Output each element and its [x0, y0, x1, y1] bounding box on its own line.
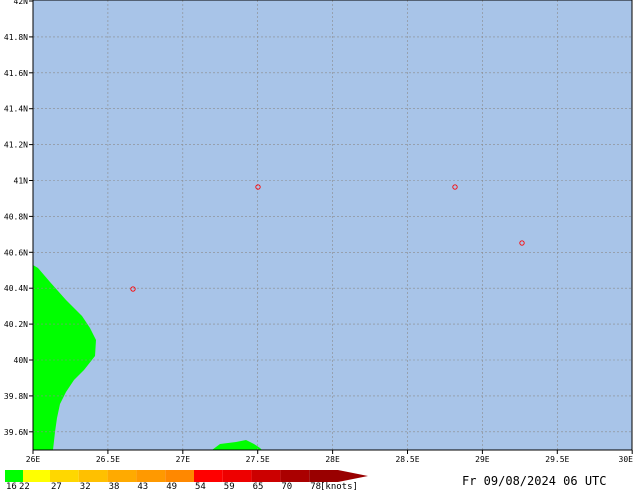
scale-swatch [50, 470, 79, 482]
scale-unit: [knots] [320, 482, 358, 490]
lat-label: 40.2N [4, 320, 28, 329]
scale-swatch [5, 470, 23, 482]
scale-swatch [107, 470, 137, 482]
scale-label: 22 [19, 482, 30, 490]
lat-label: 42N [14, 0, 29, 6]
valid-time: Fr 09/08/2024 06 UTC [462, 474, 607, 488]
lat-label: 40.8N [4, 212, 28, 221]
longitude-labels: 26E 26.5E 27E 27.5E 28E 28.5E 29E 29.5E 30E [26, 450, 633, 464]
scale-label: 27 [51, 482, 62, 490]
scale-swatch [78, 470, 108, 482]
scale-label: 16 [6, 482, 17, 490]
lat-label: 41N [14, 177, 29, 186]
scale-swatch [222, 470, 252, 482]
scale-label: 43 [137, 482, 148, 490]
lat-label: 40N [14, 356, 29, 365]
scale-swatch [280, 470, 310, 482]
scale-swatch [251, 470, 281, 482]
scale-label: 38 [109, 482, 120, 490]
latitude-labels: 42N 41.8N 41.6N 41.4N 41.2N 41N 40.8N 40.6N 40.4… [4, 0, 33, 437]
lat-label: 41.8N [4, 33, 28, 42]
lat-label: 39.6N [4, 428, 28, 437]
lon-label: 30E [619, 455, 634, 464]
scale-label: 32 [80, 482, 91, 490]
lat-label: 40.6N [4, 248, 28, 257]
lat-label: 41.4N [4, 105, 28, 114]
scale-label: 49 [166, 482, 177, 490]
scale-label: 59 [224, 482, 235, 490]
scale-swatch [136, 470, 166, 482]
scale-swatch [165, 470, 194, 482]
lon-label: 29.5E [545, 455, 569, 464]
scale-swatch [23, 470, 50, 482]
lat-label: 40.4N [4, 284, 28, 293]
scale-swatch [194, 470, 223, 482]
lon-label: 27E [176, 455, 191, 464]
lat-label: 41.6N [4, 69, 28, 78]
scale-label: 70 [281, 482, 292, 490]
lon-label: 27.5E [246, 455, 270, 464]
lon-label: 28.5E [395, 455, 419, 464]
scale-label: 65 [253, 482, 264, 490]
scale-label: 54 [195, 482, 206, 490]
lat-label: 39.8N [4, 392, 28, 401]
wind-speed-color-scale: 16 22 27 32 38 43 49 54 59 65 70 78[knots] [5, 470, 368, 490]
lon-label: 26E [26, 455, 41, 464]
scale-arrow [338, 470, 368, 482]
lon-label: 29E [475, 455, 490, 464]
lon-label: 28E [325, 455, 340, 464]
scale-swatch [309, 470, 338, 482]
wind-gust-map: 42N 41.8N 41.6N 41.4N 41.2N 41N 40.8N 40.6N 40.4… [4, 0, 633, 490]
lat-label: 41.2N [4, 141, 28, 150]
lon-label: 26.5E [96, 455, 120, 464]
